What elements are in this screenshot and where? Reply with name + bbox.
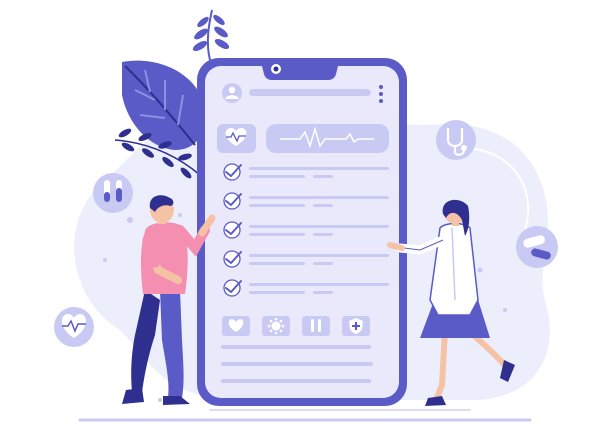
profile-name-bar [249,89,371,96]
checklist-line [249,225,389,228]
checklist-line [249,233,305,236]
checklist-line [249,196,389,199]
checklist-line [249,283,389,286]
user-icon [228,86,236,94]
checklist-line [249,262,305,265]
checkbox-icon[interactable] [223,192,242,210]
checklist-line [249,291,305,294]
ground-line [78,409,532,422]
stethoscope-icon [436,120,476,160]
checklist-line [313,204,333,207]
checklist-line [313,233,333,236]
checklist-line [249,254,389,257]
test-tubes-icon [93,173,133,213]
plant-leaves-top [192,9,230,61]
monstera-leaf [122,60,206,150]
ecg-card[interactable] [266,124,389,153]
checklist-line [249,204,305,207]
checklist-line [249,167,389,170]
illustration [0,0,612,431]
checkbox-icon[interactable] [223,279,242,297]
test-tube-icon[interactable] [302,316,330,336]
checklist-line [313,291,333,294]
shield-icon[interactable] [342,316,370,336]
virus-icon[interactable] [262,316,290,336]
heart-icon[interactable] [222,316,250,336]
checkbox-icon[interactable] [223,250,242,268]
more-options-icon[interactable] [379,85,383,103]
shoe-right [163,396,190,405]
heart-card[interactable] [217,124,256,153]
checklist-line [313,175,333,178]
checkbox-icon[interactable] [223,221,242,239]
heart-rate-icon [54,307,94,347]
checklist-line [249,175,305,178]
checkbox-icon[interactable] [223,163,242,181]
shoe-left [122,388,144,404]
checklist-line [313,262,333,265]
pills-icon [516,226,558,268]
telemedicine-illustration [54,9,558,422]
